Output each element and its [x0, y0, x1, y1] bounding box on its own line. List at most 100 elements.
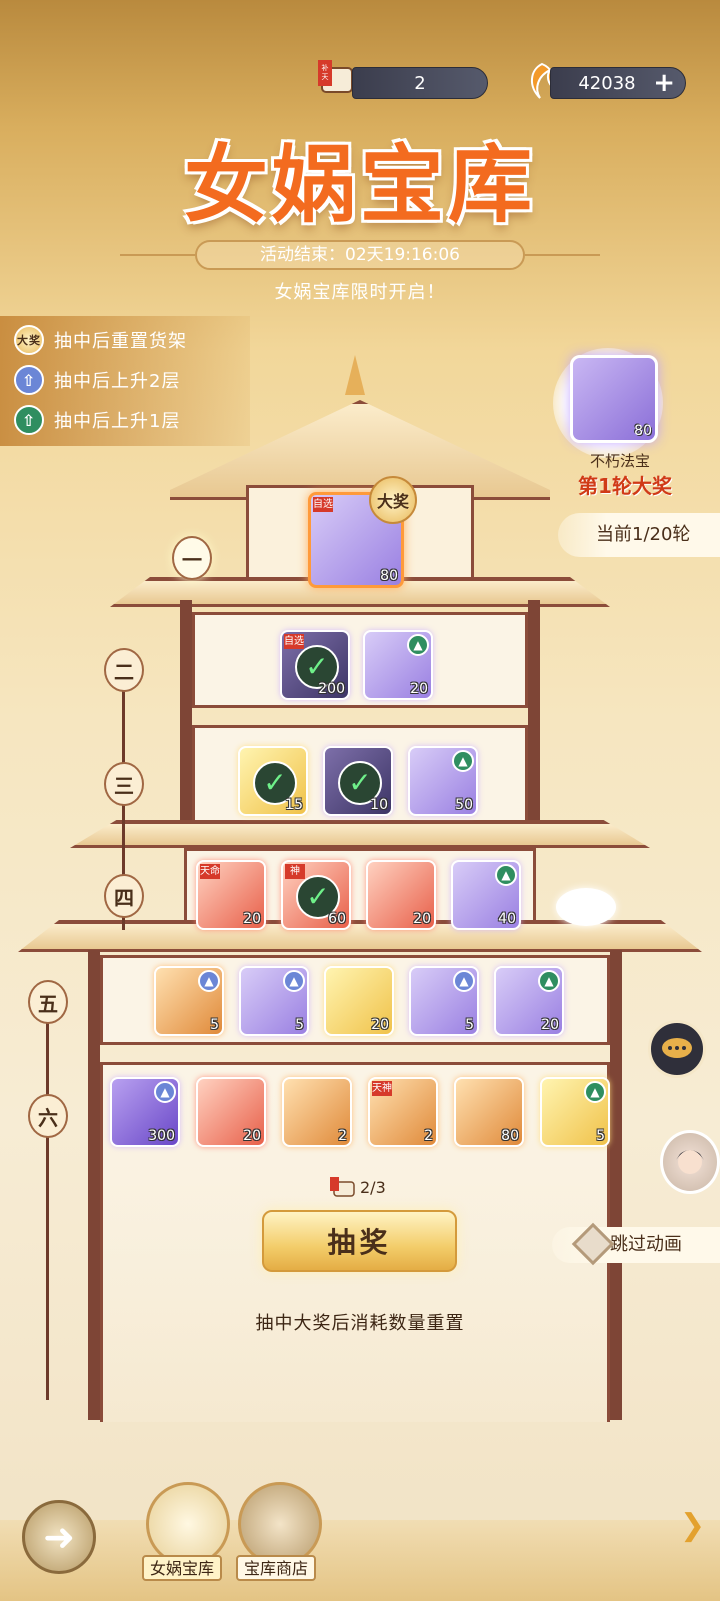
grand-prize-round: 第1轮大奖 — [578, 474, 672, 498]
level-marker-5: 五 — [28, 980, 68, 1024]
prize-item[interactable]: 20 — [196, 1077, 266, 1147]
up-arrow-blue-icon: ▲ — [154, 1081, 176, 1103]
item-count: 80 — [634, 423, 652, 439]
ticket-count: 2 — [414, 72, 426, 94]
coin-amount: 42038 — [578, 72, 636, 94]
item-count: 20 — [243, 1128, 261, 1144]
next-arrow-icon[interactable]: ❯ — [680, 1508, 705, 1543]
roof-floor-5 — [18, 920, 702, 952]
up-arrow-blue-icon: ⇧ — [14, 365, 44, 395]
page-title: 女娲宝库 — [183, 135, 536, 234]
character-avatar-button[interactable] — [660, 1130, 720, 1194]
prize-item[interactable]: 自选 ✓ 200 — [280, 630, 350, 700]
level-marker-3: 三 — [104, 762, 144, 806]
event-subtitle: 女娲宝库限时开启！ — [274, 282, 446, 303]
prize-item[interactable]: ✓ 15 — [238, 746, 308, 816]
prize-item[interactable]: 20 — [366, 860, 436, 930]
grand-prize-item[interactable]: 80 — [570, 355, 658, 443]
draw-cost-value: 2/3 — [360, 1177, 386, 1197]
prize-item[interactable]: ▲ 5 — [239, 966, 309, 1036]
prize-item[interactable]: 神 ✓ 60 — [281, 860, 351, 930]
ticket-icon — [330, 1177, 355, 1197]
chat-button[interactable] — [648, 1020, 706, 1078]
item-count: 2 — [338, 1128, 347, 1144]
up-arrow-green-icon: ▲ — [495, 864, 517, 886]
item-tag: 自选 — [284, 634, 304, 649]
prize-item[interactable]: ▲ 5 — [409, 966, 479, 1036]
pillar — [180, 600, 192, 840]
spirit-creature-icon — [556, 888, 616, 926]
grand-prize-name: 不朽法宝 — [589, 452, 650, 470]
item-count: 40 — [498, 911, 516, 927]
draw-button[interactable]: 抽奖 — [262, 1210, 457, 1272]
item-count: 15 — [285, 797, 303, 813]
legend-panel: 大奖 抽中后重置货架 ⇧ 抽中后上升2层 ⇧ 抽中后上升1层 — [0, 316, 250, 446]
coin-counter: 42038 + — [550, 67, 686, 99]
pillar — [528, 600, 540, 840]
prize-item[interactable]: ▲ 20 — [494, 966, 564, 1036]
pillar — [88, 950, 100, 1420]
roof-floor-4 — [70, 820, 650, 848]
add-coin-button[interactable]: + — [653, 68, 675, 98]
prize-item[interactable]: ✓ 10 — [323, 746, 393, 816]
item-count: 5 — [295, 1017, 304, 1033]
prize-item[interactable]: ▲ 5 — [154, 966, 224, 1036]
item-count: 20 — [371, 1017, 389, 1033]
prize-item[interactable]: 天神 2 — [368, 1077, 438, 1147]
legend-text: 抽中后上升1层 — [54, 411, 181, 432]
item-count: 20 — [243, 911, 261, 927]
event-countdown: 活动结束：02天19:16:06 — [195, 240, 525, 270]
current-round: 当前1/20轮 — [558, 513, 720, 557]
roof-spire — [345, 355, 365, 395]
prize-item[interactable]: ▲ 20 — [363, 630, 433, 700]
item-count: 5 — [465, 1017, 474, 1033]
prize-item[interactable]: 天命 20 — [196, 860, 266, 930]
prize-item[interactable]: ▲ 50 — [408, 746, 478, 816]
legend-item-up2: ⇧ 抽中后上升2层 — [14, 360, 250, 400]
legend-item-up1: ⇧ 抽中后上升1层 — [14, 400, 250, 440]
back-arrow-icon: ➜ — [43, 1515, 75, 1559]
svg-text:补: 补 — [322, 63, 329, 72]
item-count: 80 — [380, 568, 398, 584]
pillar — [610, 950, 622, 1420]
up-arrow-green-icon: ▲ — [584, 1081, 606, 1103]
item-count: 5 — [210, 1017, 219, 1033]
item-tag: 天神 — [372, 1081, 392, 1096]
prize-item[interactable]: ▲ 300 — [110, 1077, 180, 1147]
prize-item[interactable]: 20 — [324, 966, 394, 1036]
level-marker-4: 四 — [104, 874, 144, 918]
prize-item[interactable]: ▲ 40 — [451, 860, 521, 930]
item-count: 10 — [370, 797, 388, 813]
item-count: 20 — [413, 911, 431, 927]
level-marker-6: 六 — [28, 1094, 68, 1138]
legend-text: 抽中后重置货架 — [54, 331, 187, 352]
prize-item[interactable]: ▲ 5 — [540, 1077, 610, 1147]
tab-nuwa-vault[interactable]: 女娲宝库 — [142, 1555, 223, 1581]
avatar-icon — [676, 1150, 704, 1174]
item-count: 2 — [424, 1128, 433, 1144]
grand-prize-badge: 大奖 — [369, 476, 417, 524]
up-arrow-green-icon: ⇧ — [14, 405, 44, 435]
level-rope — [46, 1000, 49, 1400]
prize-item[interactable]: 2 — [282, 1077, 352, 1147]
floor-2-panel — [192, 612, 528, 708]
draw-cost: 2/3 — [330, 1177, 386, 1197]
tab-vault-shop[interactable]: 宝库商店 — [236, 1555, 317, 1581]
draw-note: 抽中大奖后消耗数量重置 — [255, 1313, 465, 1334]
up-arrow-blue-icon: ▲ — [453, 970, 475, 992]
up-arrow-green-icon: ▲ — [407, 634, 429, 656]
divider — [120, 254, 195, 256]
back-button[interactable]: ➜ — [22, 1500, 96, 1574]
item-tag: 自选 — [313, 497, 333, 512]
item-count: 200 — [318, 681, 345, 697]
up-arrow-blue-icon: ▲ — [283, 970, 305, 992]
up-arrow-green-icon: ▲ — [452, 750, 474, 772]
item-count: 20 — [410, 681, 428, 697]
up-arrow-blue-icon: ▲ — [198, 970, 220, 992]
prize-item[interactable]: 80 — [454, 1077, 524, 1147]
divider — [525, 254, 600, 256]
tab-nuwa-vault-icon[interactable] — [146, 1482, 230, 1566]
tab-vault-shop-icon[interactable] — [238, 1482, 322, 1566]
level-marker-1: 一 — [172, 536, 212, 580]
item-count: 50 — [455, 797, 473, 813]
